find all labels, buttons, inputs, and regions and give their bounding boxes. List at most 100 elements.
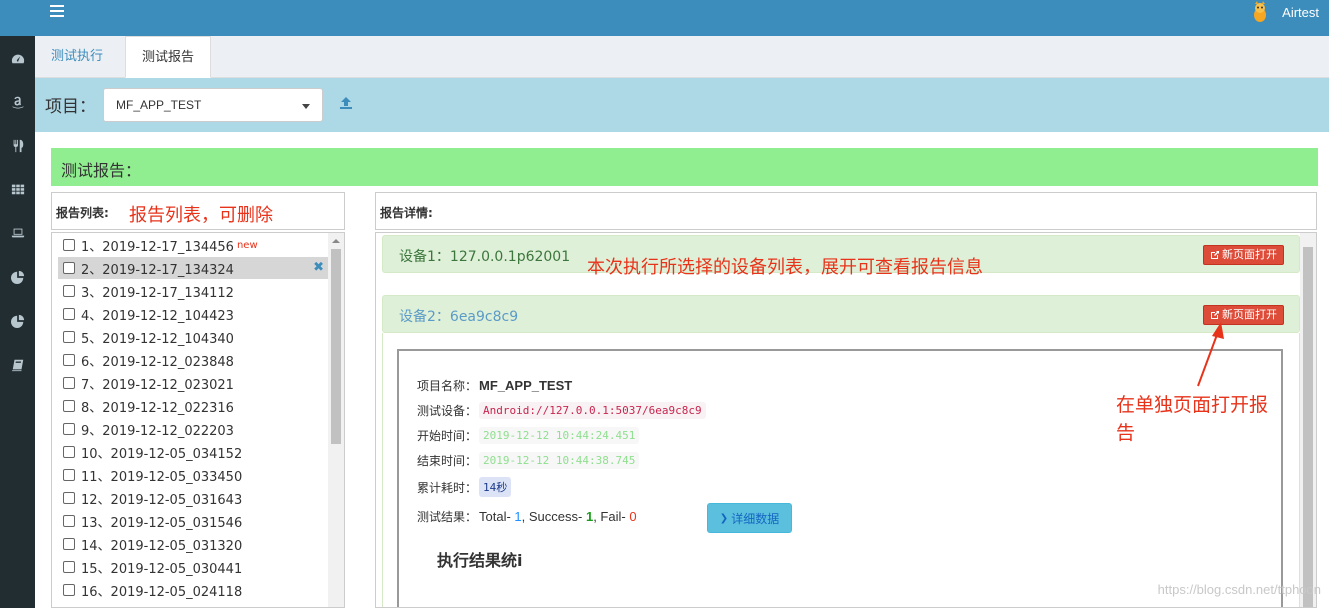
scroll-up-arrow-icon[interactable] — [332, 239, 340, 243]
annotation-open-new-page: 在单独页面打开报告 — [1116, 394, 1269, 444]
list-item[interactable]: 11、2019-12-05_033450 — [58, 464, 328, 486]
detail-scrollbar[interactable] — [1300, 233, 1316, 607]
watermark: https://blog.csdn.net/ttphoon — [1157, 582, 1321, 597]
section-title: 测试报告： — [51, 148, 1318, 186]
report-detail-header: 报告详情: — [375, 192, 1317, 230]
pie-chart-icon[interactable] — [0, 310, 35, 332]
report-checkbox[interactable] — [63, 561, 75, 573]
close-icon[interactable]: ✖ — [313, 260, 324, 275]
external-link-icon — [1211, 311, 1219, 319]
list-item[interactable]: 13、2019-12-05_031546 — [58, 510, 328, 532]
report-name: 1、2019-12-17_134456 — [81, 239, 234, 255]
report-checkbox[interactable] — [63, 446, 75, 458]
report-project-row: 项目名称： MF_APP_TEST — [417, 378, 573, 393]
report-project-name: MF_APP_TEST — [479, 378, 573, 393]
report-checkbox[interactable] — [63, 331, 75, 343]
project-select-value: MF_APP_TEST — [116, 98, 202, 112]
report-device-row: 测试设备： Android://127.0.0.1:5037/6ea9c8c9 — [417, 402, 706, 419]
tab-bar: 测试执行 测试报告 — [35, 36, 1329, 78]
device-panel-2[interactable]: 设备2：6ea9c8c9 新页面打开 — [382, 295, 1300, 333]
report-list-label: 报告列表: — [56, 206, 109, 220]
annotation-report-list: 报告列表，可删除 — [129, 205, 273, 226]
list-item[interactable]: 16、2019-12-05_024118 — [58, 579, 328, 601]
list-item[interactable]: 15、2019-12-05_030441 — [58, 556, 328, 578]
list-item[interactable]: 12、2019-12-05_031643 — [58, 487, 328, 509]
report-name: 14、2019-12-05_031320 — [81, 538, 243, 554]
list-item[interactable]: 14、2019-12-05_031320 — [58, 533, 328, 555]
list-item[interactable]: 3、2019-12-17_134112 — [58, 280, 328, 302]
chevron-down-icon: ❯ — [719, 512, 729, 524]
report-start-value: 2019-12-12 10:44:24.451 — [479, 427, 640, 444]
bars-icon[interactable] — [49, 3, 65, 19]
report-device-value: Android://127.0.0.1:5037/6ea9c8c9 — [479, 402, 706, 419]
project-bar: 项目： MF_APP_TEST — [35, 78, 1329, 132]
report-name: 6、2019-12-12_023848 — [81, 354, 234, 370]
report-checkbox[interactable] — [63, 538, 75, 550]
report-checkbox[interactable] — [63, 354, 75, 366]
caret-down-icon — [302, 104, 310, 109]
device-panel-title: 设备1：127.0.0.1p62001 — [399, 249, 571, 265]
device-panel-title: 设备2：6ea9c8c9 — [399, 309, 519, 325]
report-checkbox[interactable] — [63, 377, 75, 389]
list-scrollbar[interactable] — [328, 233, 344, 607]
report-name: 12、2019-12-05_031643 — [81, 492, 243, 508]
dashboard-icon[interactable] — [0, 48, 35, 70]
tab-test-execution[interactable]: 测试执行 — [35, 36, 119, 78]
amazon-icon[interactable] — [0, 91, 35, 113]
report-result-summary: Total- 1, Success- 1, Fail- 0 — [479, 509, 637, 524]
detail-scrollbar-thumb[interactable] — [1303, 247, 1313, 607]
stats-title: 执行结果统i — [437, 551, 523, 570]
list-item[interactable]: 8、2019-12-12_022316 — [58, 395, 328, 417]
report-name: 2、2019-12-17_134324 — [81, 262, 234, 278]
detail-data-button[interactable]: ❯ 详细数据 — [707, 503, 792, 533]
list-item[interactable]: 1、2019-12-17_134456 new — [58, 234, 328, 256]
report-checkbox[interactable] — [63, 262, 75, 274]
new-badge: new — [236, 239, 258, 251]
tab-test-report[interactable]: 测试报告 — [125, 36, 212, 78]
report-checkbox[interactable] — [63, 400, 75, 412]
list-item[interactable]: 10、2019-12-05_034152 — [58, 441, 328, 463]
grid-icon[interactable] — [0, 178, 35, 200]
list-item[interactable]: 5、2019-12-12_104340 — [58, 326, 328, 348]
report-end-value: 2019-12-12 10:44:38.745 — [479, 452, 640, 469]
list-item[interactable]: 7、2019-12-12_023021 — [58, 372, 328, 394]
report-name: 9、2019-12-12_022203 — [81, 423, 234, 439]
upload-icon[interactable] — [339, 96, 353, 110]
fail-count: 0 — [629, 509, 637, 524]
annotation-arrow-icon — [1197, 322, 1224, 387]
report-name: 7、2019-12-12_023021 — [81, 377, 234, 393]
list-item[interactable]: 9、2019-12-12_022203 — [58, 418, 328, 440]
report-checkbox[interactable] — [63, 308, 75, 320]
total-count: 1 — [514, 509, 522, 524]
report-duration-row: 累计耗时： 14秒 — [417, 477, 512, 497]
list-scrollbar-thumb[interactable] — [331, 249, 341, 444]
report-result-row: 测试结果： Total- 1, Success- 1, Fail- 0 — [417, 509, 637, 524]
list-item[interactable]: 4、2019-12-12_104423 — [58, 303, 328, 325]
report-name: 8、2019-12-12_022316 — [81, 400, 234, 416]
report-detail-label: 报告详情: — [380, 206, 433, 220]
list-item[interactable]: 2、2019-12-17_134324 ✖ — [58, 257, 328, 279]
report-checkbox[interactable] — [63, 492, 75, 504]
cutlery-icon[interactable] — [0, 135, 35, 157]
report-name: 5、2019-12-12_104340 — [81, 331, 234, 347]
laptop-icon[interactable] — [0, 222, 35, 244]
report-checkbox[interactable] — [63, 285, 75, 297]
report-name: 13、2019-12-05_031546 — [81, 515, 243, 531]
report-list: 1、2019-12-17_134456 new 2、2019-12-17_13432… — [51, 232, 345, 608]
report-checkbox[interactable] — [63, 469, 75, 481]
report-name: 4、2019-12-12_104423 — [81, 308, 234, 324]
open-in-new-page-button[interactable]: 新页面打开 — [1203, 245, 1284, 265]
report-checkbox[interactable] — [63, 584, 75, 596]
report-name: 10、2019-12-05_034152 — [81, 446, 243, 462]
external-link-icon — [1211, 251, 1219, 259]
report-checkbox[interactable] — [63, 239, 75, 251]
brand[interactable]: Airtest — [1250, 0, 1329, 24]
project-select[interactable]: MF_APP_TEST — [103, 88, 323, 122]
list-item[interactable]: 6、2019-12-12_023848 — [58, 349, 328, 371]
report-checkbox[interactable] — [63, 515, 75, 527]
airtest-logo-icon — [1254, 1, 1267, 22]
top-navbar: Airtest — [0, 0, 1329, 36]
pie-chart-icon[interactable] — [0, 266, 35, 288]
book-icon[interactable] — [0, 354, 35, 376]
report-checkbox[interactable] — [63, 423, 75, 435]
